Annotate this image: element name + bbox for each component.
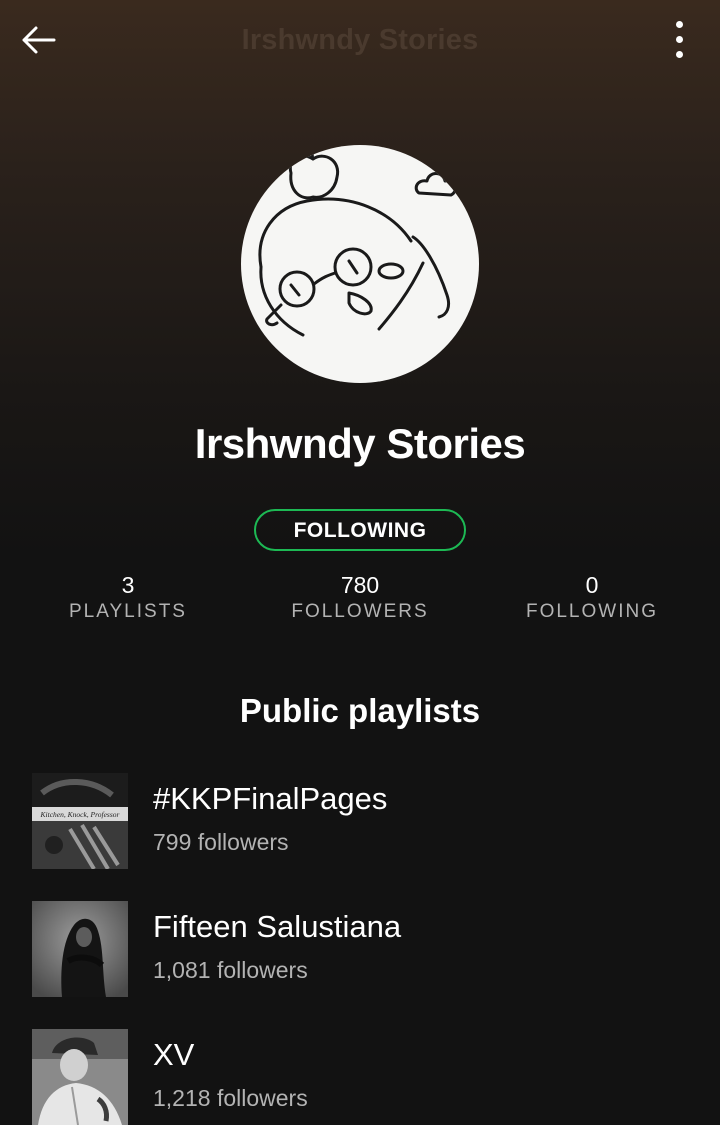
avatar xyxy=(241,145,479,383)
stat-label: PLAYLISTS xyxy=(69,601,187,622)
more-options-button[interactable] xyxy=(664,16,694,62)
cover-caption: Kitchen, Knock, Professor xyxy=(40,810,120,819)
stat-value: 780 xyxy=(340,572,380,598)
playlist-followers: 1,218 followers xyxy=(153,1085,308,1111)
playlist-name: Fifteen Salustiana xyxy=(153,909,402,944)
stat-label: FOLLOWING xyxy=(525,601,658,622)
stat-value: 3 xyxy=(121,572,135,598)
profile-stats: 3 PLAYLISTS 780 FOLLOWERS 0 FOLLOWING xyxy=(0,570,720,630)
playlist-item[interactable]: XV 1,218 followers xyxy=(32,1029,692,1125)
playlist-item[interactable]: Kitchen, Knock, Professor #KKPFinalPages… xyxy=(32,773,692,869)
playlist-cover: Kitchen, Knock, Professor xyxy=(32,773,128,869)
cartoon-face-icon xyxy=(258,145,457,337)
stat-following[interactable]: 0 FOLLOWING xyxy=(492,570,692,624)
stat-playlists[interactable]: 3 PLAYLISTS xyxy=(28,570,228,624)
playlist-cover xyxy=(32,1029,128,1125)
top-bar: Irshwndy Stories xyxy=(0,0,720,84)
profile-name: Irshwndy Stories xyxy=(194,420,526,467)
section-title: Public playlists xyxy=(239,692,481,729)
page-title: Irshwndy Stories xyxy=(241,24,479,56)
more-vertical-icon xyxy=(664,21,694,58)
playlist-name: XV xyxy=(153,1037,195,1072)
following-button[interactable]: FOLLOWING xyxy=(254,509,466,551)
playlist-followers: 799 followers xyxy=(153,829,289,855)
playlist-name: #KKPFinalPages xyxy=(153,781,388,816)
playlist-followers: 1,081 followers xyxy=(153,957,308,983)
stat-followers[interactable]: 780 FOLLOWERS xyxy=(260,570,460,624)
stat-label: FOLLOWERS xyxy=(291,601,429,622)
stat-value: 0 xyxy=(585,572,599,598)
playlist-item[interactable]: Fifteen Salustiana 1,081 followers xyxy=(32,901,692,997)
playlist-cover xyxy=(32,901,128,997)
